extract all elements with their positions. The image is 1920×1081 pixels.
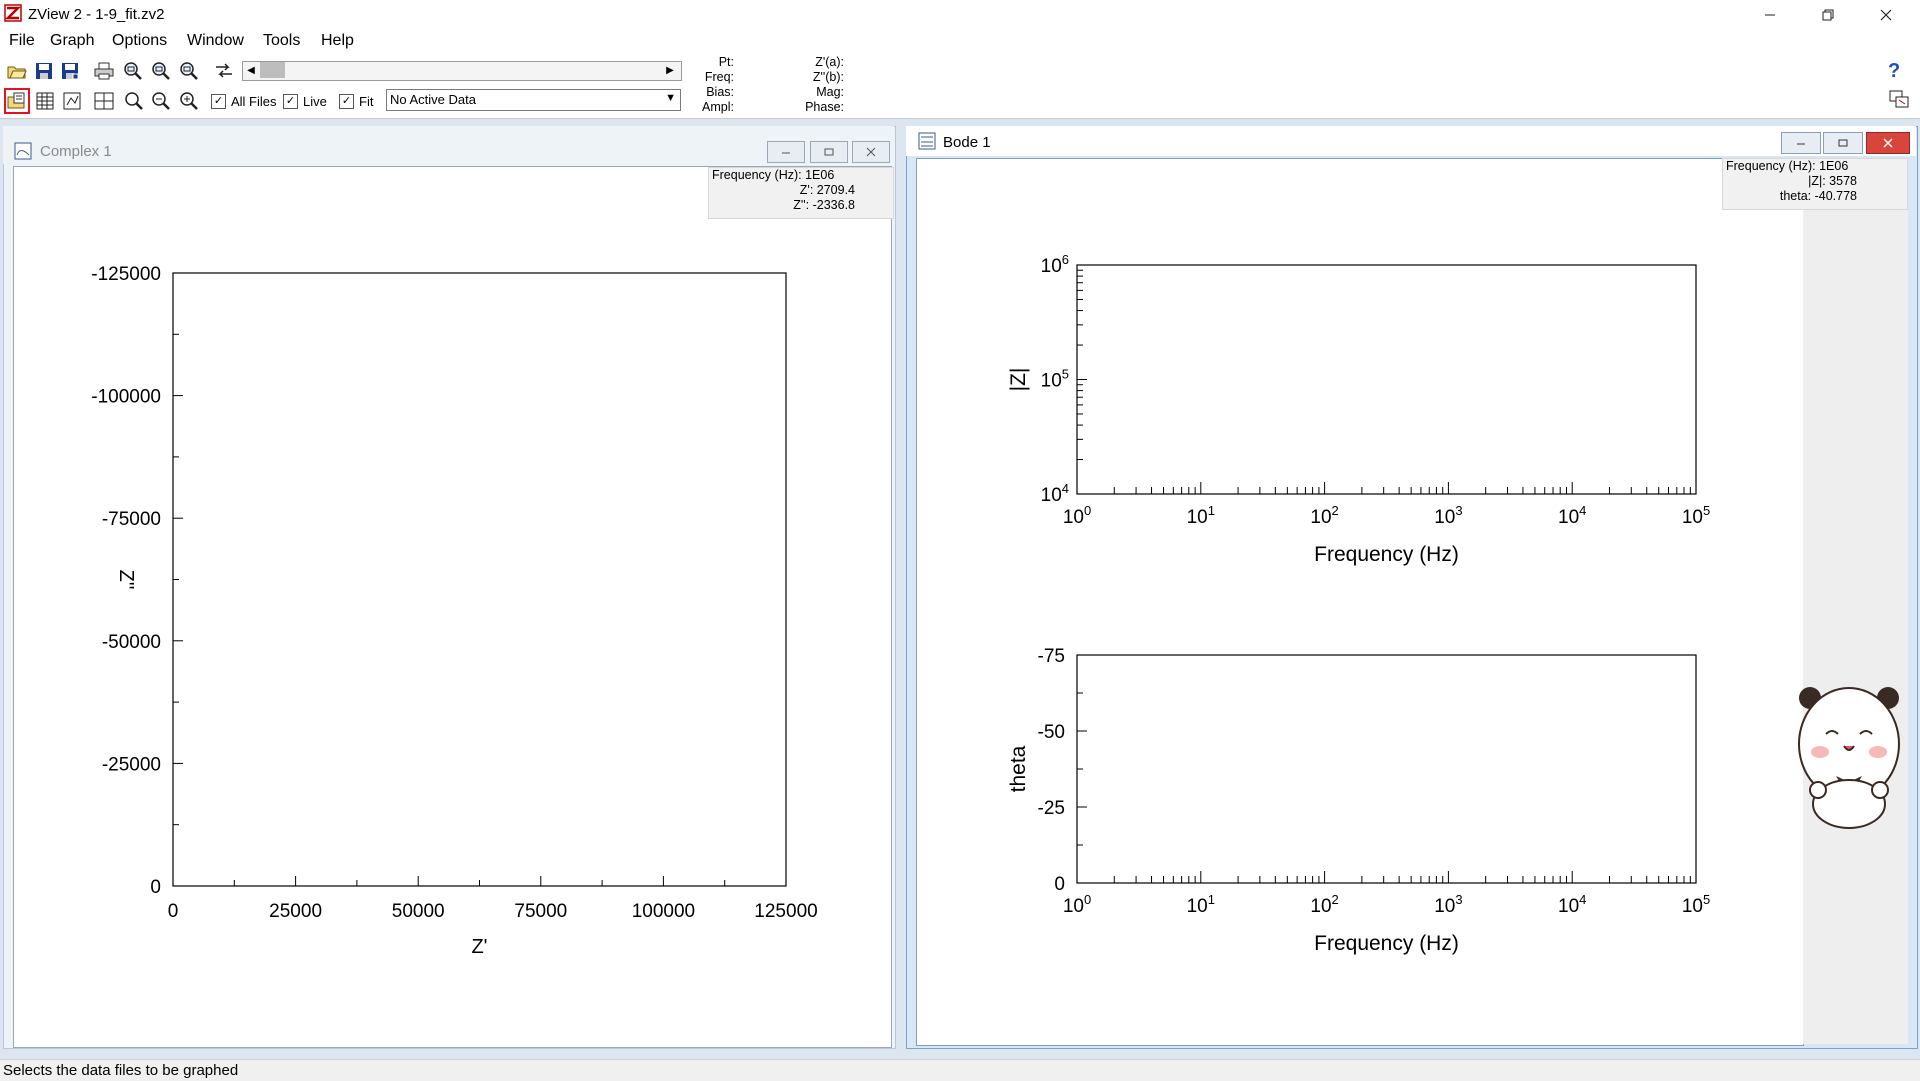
phase-y-tick-label: 0 [1054, 874, 1065, 895]
bode-charts: 100 101 102 103 104 105 Frequency (Hz) |Z| 106 10… [1007, 252, 1710, 955]
status-text: Selects the data files to be graphed [3, 1062, 239, 1079]
phase-plot-frame [1076, 654, 1697, 884]
phase-x-tick-label: 101 [1187, 892, 1215, 917]
mag-x-tick-label: 101 [1187, 503, 1215, 528]
mag-y-tick-label: 105 [1041, 367, 1069, 392]
mag-x-tick-label: 102 [1310, 503, 1338, 528]
phase-x-axis-label: Frequency (Hz) [1314, 932, 1459, 955]
mag-y-tick-label: 104 [1041, 481, 1069, 506]
phase-y-tick-label: -25 [1038, 798, 1065, 819]
phase-x-tick-label: 100 [1063, 892, 1091, 917]
phase-x-tick-label: 105 [1682, 892, 1710, 917]
phase-x-tick-label: 102 [1310, 892, 1338, 917]
mag-x-tick-label: 104 [1558, 503, 1586, 528]
phase-x-tick-label: 103 [1434, 892, 1462, 917]
phase-x-tick-label: 104 [1558, 892, 1586, 917]
mag-x-axis-label: Frequency (Hz) [1314, 543, 1459, 566]
phase-y-axis-label: theta [1007, 745, 1030, 792]
mag-x-tick-label: 103 [1434, 503, 1462, 528]
status-bar [0, 1059, 1920, 1081]
phase-y-tick-label: -75 [1038, 646, 1065, 667]
mag-y-axis-label: |Z| [1007, 368, 1030, 392]
mag-plot-frame [1076, 264, 1697, 495]
phase-y-tick-label: -50 [1038, 722, 1065, 743]
mag-x-tick-label: 105 [1682, 503, 1710, 528]
panda-sticker-image [1796, 682, 1902, 830]
mag-x-tick-label: 100 [1063, 503, 1091, 528]
mag-y-tick-label: 106 [1041, 252, 1069, 277]
